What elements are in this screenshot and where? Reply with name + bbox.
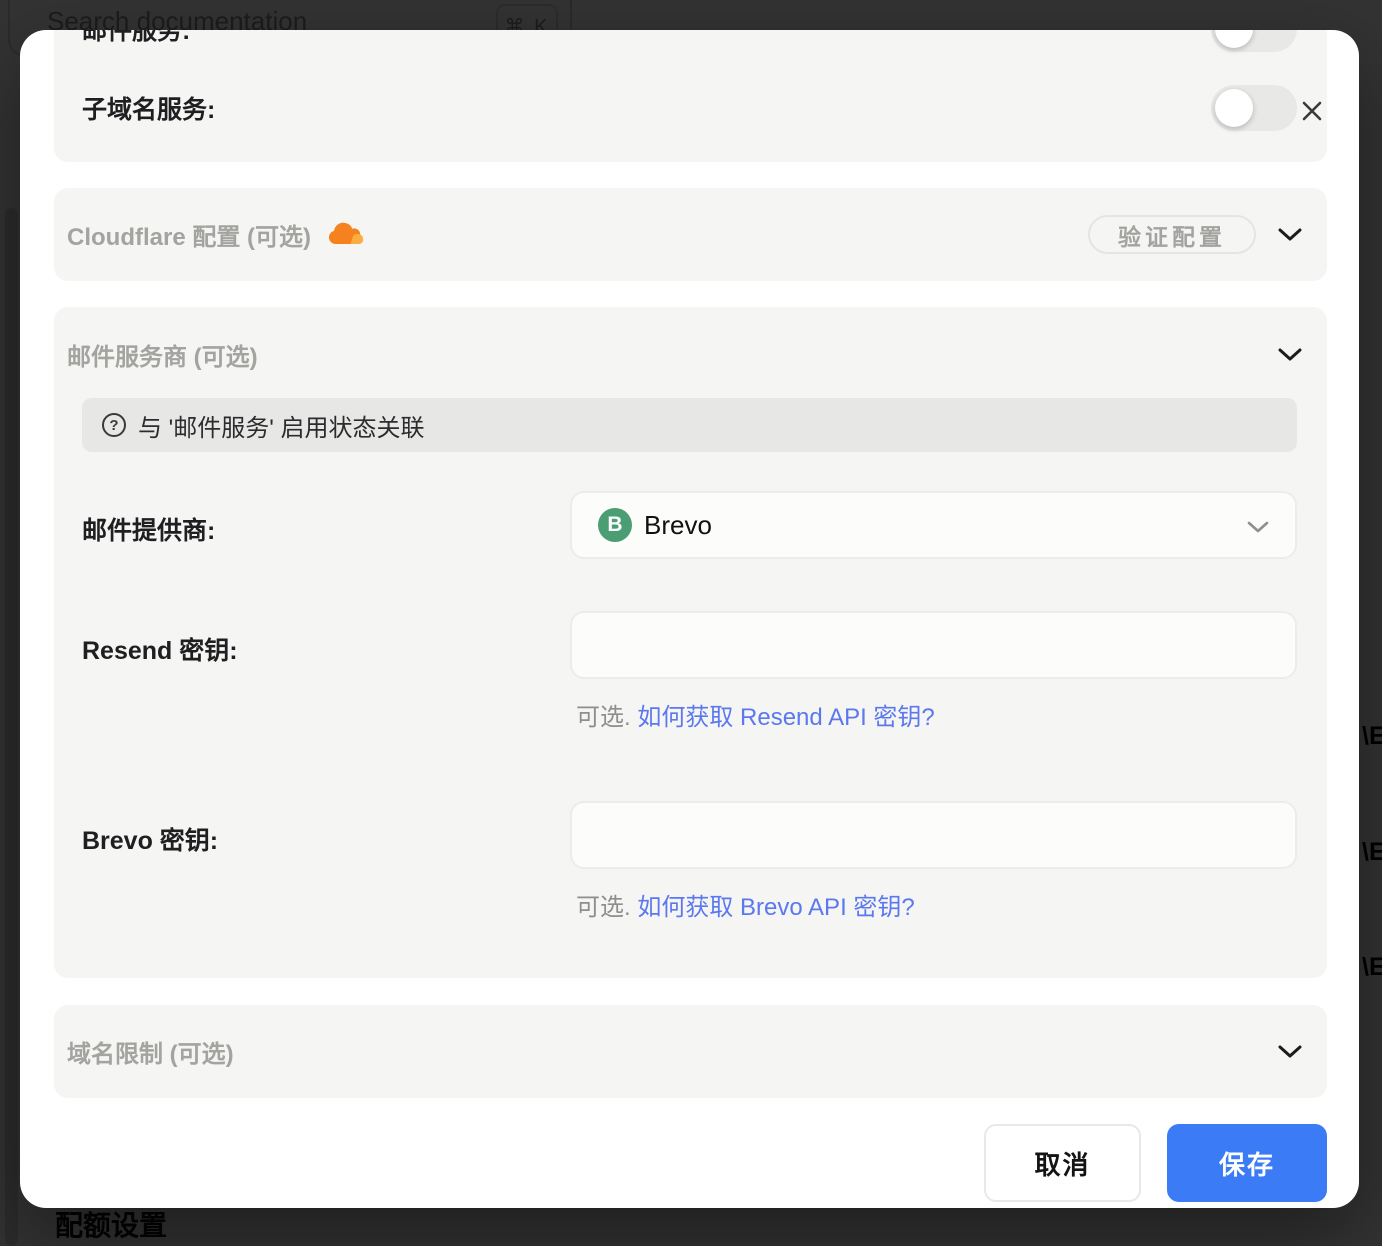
email-provider-section-title: 邮件服务商 (可选)	[67, 337, 258, 372]
resend-key-input[interactable]	[570, 611, 1297, 679]
brevo-key-field-row: Brevo 密钥: 可选. 如何获取 Brevo API 密钥?	[82, 801, 1297, 922]
cancel-button[interactable]: 取消	[984, 1124, 1141, 1202]
subdomain-service-row: 子域名服务:	[82, 85, 1297, 131]
resend-key-help: 可选. 如何获取 Resend API 密钥?	[570, 697, 1297, 732]
chevron-down-icon[interactable]	[1278, 228, 1302, 242]
toggle-knob	[1215, 30, 1253, 48]
help-circle-icon: ?	[102, 413, 126, 437]
brevo-key-label: Brevo 密钥:	[82, 801, 570, 857]
cloudflare-section: Cloudflare 配置 (可选) 验证配置	[54, 188, 1327, 281]
domain-restriction-section: 域名限制 (可选)	[54, 1005, 1327, 1098]
subdomain-service-label: 子域名服务:	[82, 90, 215, 126]
email-provider-section: 邮件服务商 (可选) ? 与 '邮件服务' 启用状态关联 邮件提供商: B Br…	[54, 307, 1327, 978]
resend-key-label: Resend 密钥:	[82, 611, 570, 667]
brevo-api-key-link[interactable]: 如何获取 Brevo API 密钥?	[637, 894, 914, 921]
save-button[interactable]: 保存	[1167, 1124, 1327, 1202]
brevo-icon: B	[598, 508, 632, 542]
linked-state-note: ? 与 '邮件服务' 启用状态关联	[82, 398, 1297, 452]
brevo-key-input[interactable]	[570, 801, 1297, 869]
dialog-footer: 取消 保存	[54, 1124, 1327, 1202]
chevron-down-icon	[1247, 521, 1269, 534]
provider-select-value: Brevo	[644, 510, 712, 541]
optional-hint: 可选.	[576, 894, 631, 921]
verify-config-button[interactable]: 验证配置	[1088, 215, 1256, 254]
close-icon	[1298, 97, 1326, 125]
subdomain-service-toggle[interactable]	[1211, 85, 1297, 131]
close-button[interactable]	[1295, 94, 1329, 128]
email-service-toggle[interactable]	[1211, 30, 1297, 52]
provider-field-row: 邮件提供商: B Brevo	[82, 491, 1297, 559]
settings-dialog: 邮件服务: 子域名服务: Cloudflare 配置 (可选) 验证配置	[20, 30, 1359, 1208]
toggle-knob	[1215, 89, 1253, 127]
cloudflare-section-header: Cloudflare 配置 (可选)	[67, 217, 365, 252]
cloudflare-icon	[327, 222, 365, 247]
domain-restriction-section-title: 域名限制 (可选)	[67, 1034, 234, 1069]
provider-select[interactable]: B Brevo	[570, 491, 1297, 559]
resend-api-key-link[interactable]: 如何获取 Resend API 密钥?	[637, 704, 934, 731]
chevron-down-icon[interactable]	[1278, 348, 1302, 362]
service-toggles-card: 邮件服务: 子域名服务:	[54, 30, 1327, 162]
cloudflare-section-title: Cloudflare 配置 (可选)	[67, 217, 311, 252]
chevron-down-icon[interactable]	[1278, 1045, 1302, 1059]
brevo-key-help: 可选. 如何获取 Brevo API 密钥?	[570, 887, 1297, 922]
linked-state-note-text: 与 '邮件服务' 启用状态关联	[138, 408, 425, 443]
email-service-row: 邮件服务:	[82, 30, 1297, 52]
provider-field-label: 邮件提供商:	[82, 491, 570, 547]
optional-hint: 可选.	[576, 704, 631, 731]
email-provider-section-header: 邮件服务商 (可选)	[82, 337, 1297, 372]
email-service-label: 邮件服务:	[82, 30, 190, 47]
resend-key-field-row: Resend 密钥: 可选. 如何获取 Resend API 密钥?	[82, 611, 1297, 732]
